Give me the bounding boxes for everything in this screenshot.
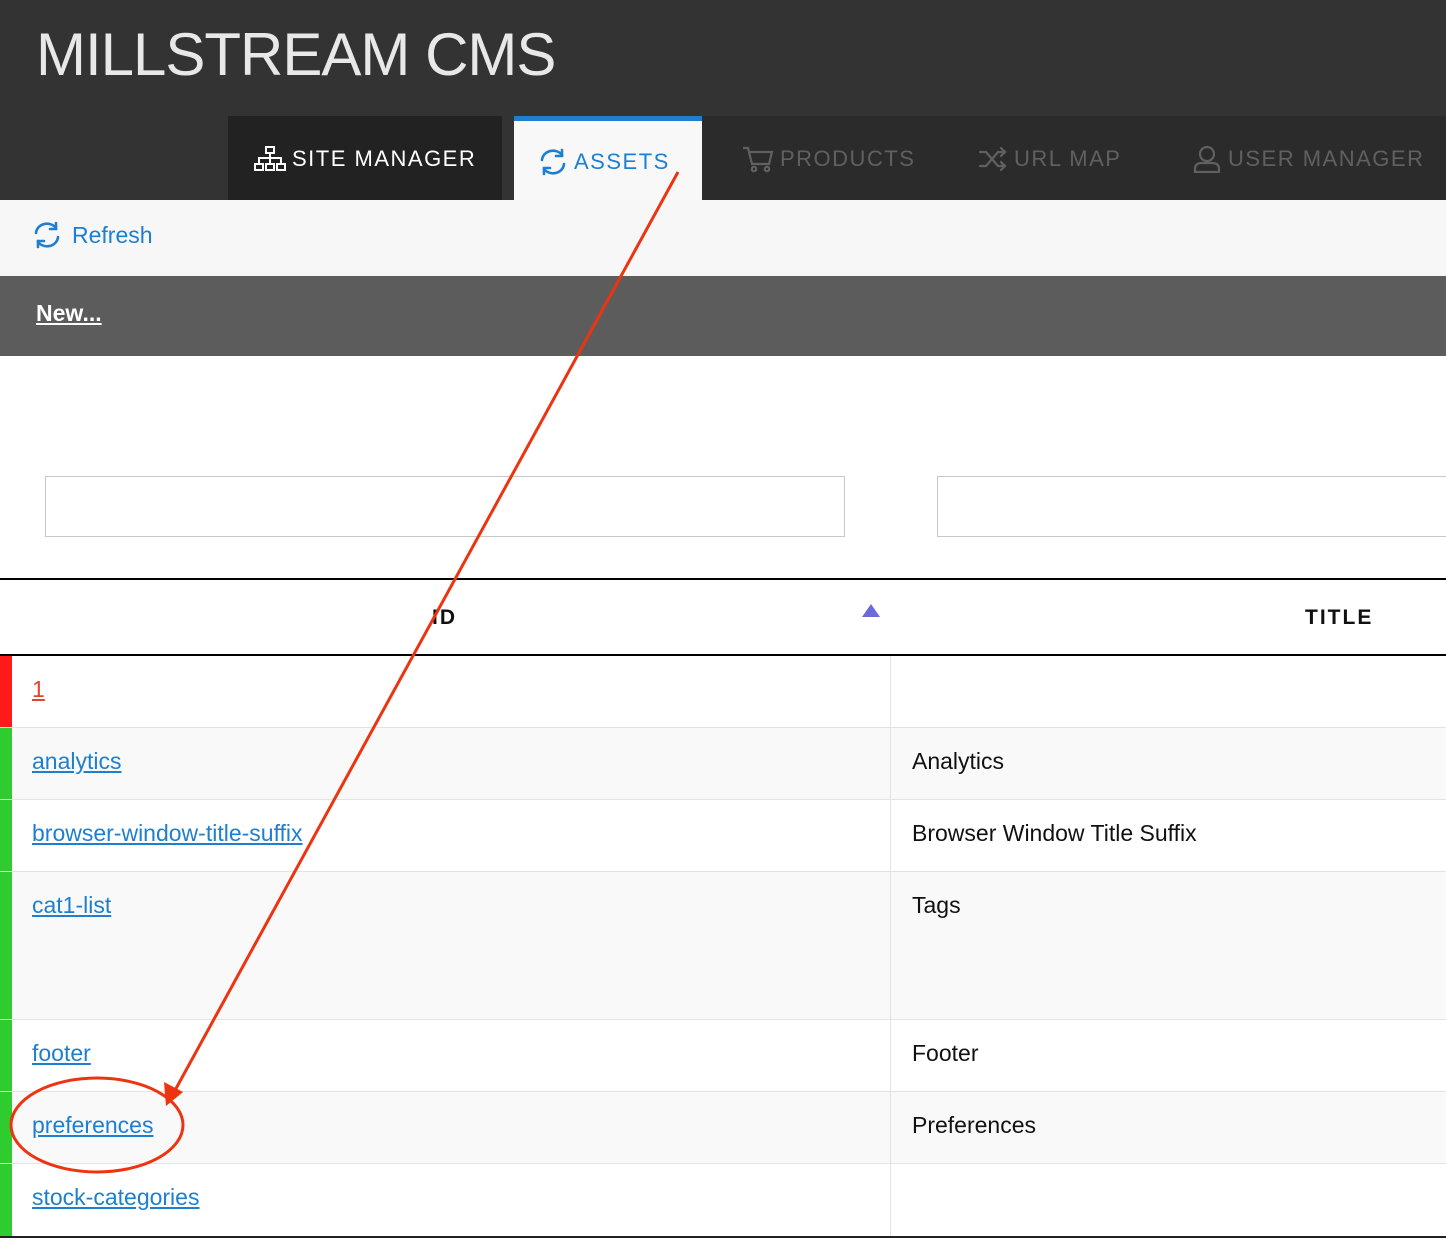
tab-site-manager[interactable]: SITE MANAGER [228, 116, 502, 202]
asset-title: Tags [912, 892, 961, 918]
app-header: MILLSTREAM CMS SITE MANAGER ASSETS PRODU… [0, 0, 1446, 318]
table-row: stock-categories [0, 1164, 1446, 1236]
cart-icon [742, 145, 774, 173]
column-divider [890, 1092, 891, 1163]
id-filter-input[interactable] [45, 476, 845, 537]
asset-id-link[interactable]: stock-categories [32, 1184, 199, 1211]
table-row: browser-window-title-suffix Browser Wind… [0, 800, 1446, 872]
new-bar: New... [0, 276, 1446, 356]
asset-id-link[interactable]: analytics [32, 748, 121, 775]
table-row: 1 [0, 656, 1446, 728]
app-title: MILLSTREAM CMS [36, 21, 556, 88]
column-divider [890, 656, 891, 727]
asset-id-link[interactable]: cat1-list [32, 892, 111, 919]
asset-title: Preferences [912, 1112, 1037, 1138]
asset-id-link[interactable]: footer [32, 1040, 91, 1067]
refresh-label: Refresh [72, 221, 153, 248]
asset-id-link[interactable]: browser-window-title-suffix [32, 820, 303, 847]
sitemap-icon [254, 146, 286, 172]
shuffle-icon [978, 146, 1008, 172]
table-bottom-border [0, 1236, 1446, 1238]
refresh-icon [32, 220, 62, 250]
sync-icon [538, 148, 568, 176]
status-indicator-ok [0, 800, 12, 871]
table-row: cat1-list Tags [0, 872, 1446, 1020]
asset-title: Browser Window Title Suffix [912, 820, 1197, 846]
app-window: MILLSTREAM CMS SITE MANAGER ASSETS PRODU… [0, 0, 1446, 1254]
table-row: footer Footer [0, 1020, 1446, 1092]
tab-products[interactable]: PRODUCTS [702, 116, 938, 202]
column-divider [890, 1020, 891, 1091]
table-row: analytics Analytics [0, 728, 1446, 800]
column-divider [890, 800, 891, 871]
column-divider [890, 872, 891, 1019]
asset-id-link[interactable]: 1 [32, 676, 45, 703]
tab-assets[interactable]: ASSETS [514, 116, 702, 202]
tab-products-label: PRODUCTS [780, 146, 916, 171]
status-indicator-ok [0, 872, 12, 1019]
status-indicator-error [0, 656, 12, 727]
column-header-title[interactable]: TITLE [1305, 606, 1373, 630]
column-header-id[interactable]: ID [432, 606, 457, 630]
tab-url-map-label: URL MAP [1014, 146, 1122, 171]
assets-toolbar: Refresh [0, 200, 1446, 276]
column-divider [890, 1164, 891, 1236]
tab-url-map[interactable]: URL MAP [938, 116, 1152, 202]
sort-ascending-icon[interactable] [862, 604, 880, 617]
tab-user-manager-label: USER MANAGER [1228, 146, 1425, 171]
table-header: ID TITLE [0, 578, 1446, 656]
status-indicator-ok [0, 728, 12, 799]
tab-site-manager-label: SITE MANAGER [292, 146, 477, 171]
asset-title: Analytics [912, 748, 1005, 774]
title-filter-input[interactable] [937, 476, 1446, 537]
main-tabs: SITE MANAGER ASSETS PRODUCTS URL MAP USE… [0, 116, 1446, 318]
asset-title: Footer [912, 1040, 979, 1066]
table-row: preferences Preferences [0, 1092, 1446, 1164]
assets-table: ID TITLE 1 analytics Analytics browser-w… [0, 578, 1446, 1236]
status-indicator-ok [0, 1092, 12, 1163]
tab-assets-label: ASSETS [574, 148, 670, 174]
user-icon [1192, 145, 1222, 173]
column-divider [890, 728, 891, 799]
status-indicator-ok [0, 1164, 12, 1236]
tab-user-manager[interactable]: USER MANAGER [1152, 116, 1446, 202]
new-asset-link[interactable]: New... [36, 300, 102, 327]
asset-id-link[interactable]: preferences [32, 1112, 153, 1139]
status-indicator-ok [0, 1020, 12, 1091]
refresh-button[interactable]: Refresh [32, 220, 153, 250]
